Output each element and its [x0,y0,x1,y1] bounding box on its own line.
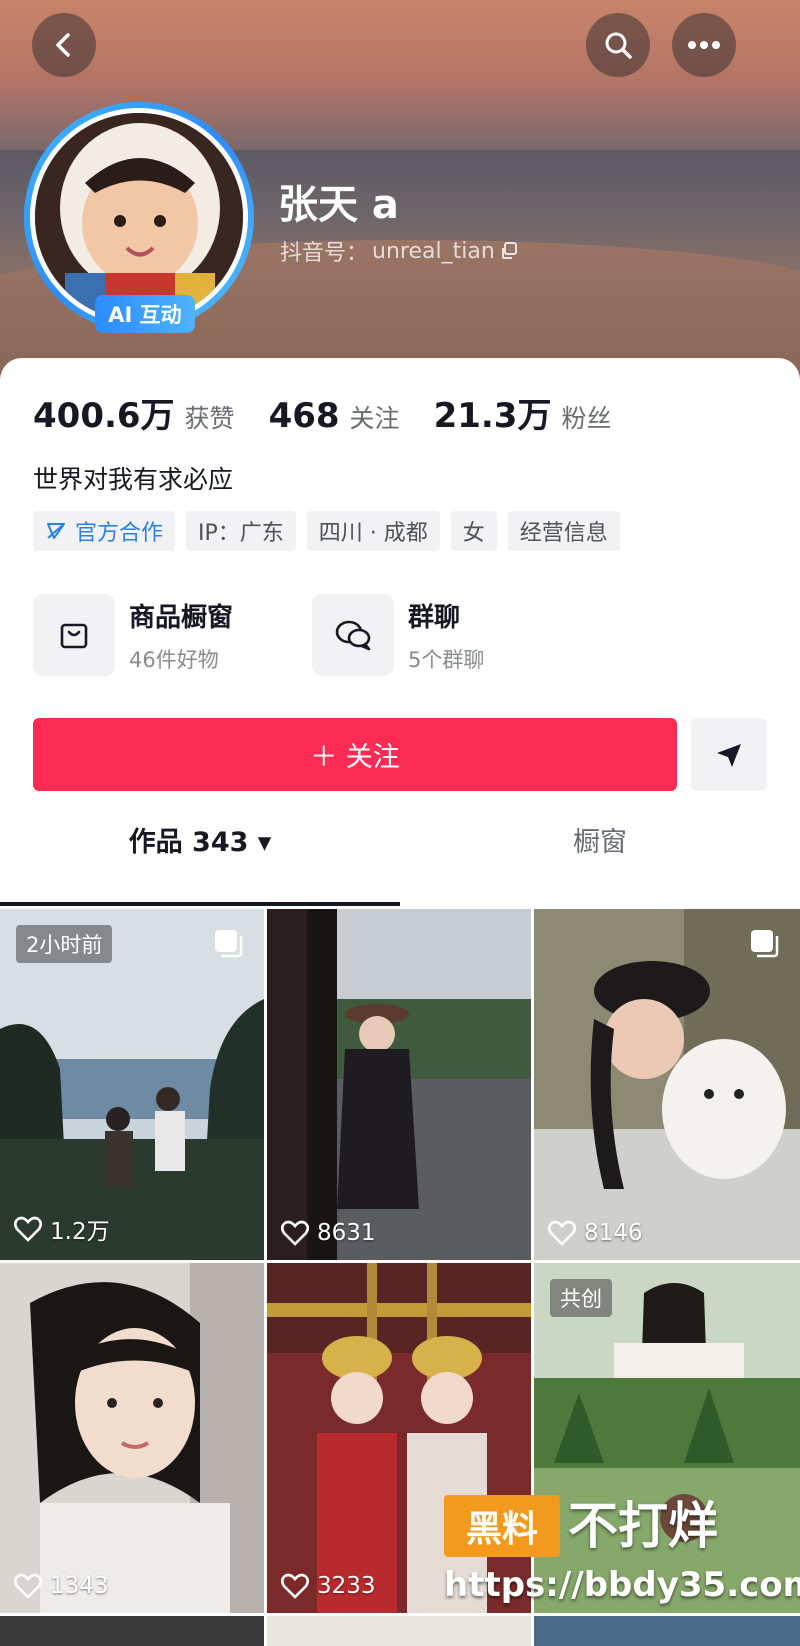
tag-location: 四川 · 成都 [306,511,440,551]
account-id-row: 抖音号： unreal_tian [280,235,519,267]
tag-official-cooperation[interactable]: 官方合作 [33,511,176,551]
video-tile[interactable]: 8146 [534,909,800,1260]
profile-tags: 官方合作 IP：广东 四川 · 成都 女 经营信息 [33,511,620,551]
tag-business-info[interactable]: 经营信息 [507,511,620,551]
chevron-left-icon [56,33,70,57]
shop-text: 商品橱窗 46件好物 [129,597,233,674]
stat-followers-value: 21.3万 [433,396,552,436]
stat-following[interactable]: 468 关注 [269,396,400,436]
watermark-text: 不打烊 [568,1497,718,1555]
share-button[interactable] [691,718,767,791]
shop-title: 商品橱窗 [129,602,234,633]
active-tab-indicator [0,902,400,906]
tag-official-label: 官方合作 [75,521,164,546]
like-count: 3233 [281,1573,376,1599]
like-count: 1343 [14,1573,109,1599]
watermark-url: https://bbdy35.com [444,1565,800,1605]
heart-icon [281,1220,309,1246]
avatar-image [35,113,243,321]
video-tile[interactable]: 8631 [267,909,531,1260]
like-count-value: 3233 [317,1573,376,1599]
like-count: 1.2万 [14,1212,110,1246]
stat-likes-value: 400.6万 [33,396,175,436]
stat-following-value: 468 [268,396,340,436]
search-icon [605,32,632,59]
send-icon [717,743,741,767]
stat-likes-label: 获赞 [184,404,235,433]
heart-icon [14,1573,42,1599]
group-title: 群聊 [408,602,461,633]
like-count-value: 1343 [50,1573,109,1599]
content-tabs: 作品 343 ▾ 橱窗 [0,814,800,874]
group-icon-box [312,594,394,676]
group-subtitle: 5个群聊 [408,647,485,672]
official-cooperation-icon [47,523,65,539]
multi-image-icon [215,930,243,958]
video-thumbnail [534,909,800,1260]
follow-button[interactable]: ＋ 关注 [33,718,677,791]
group-chat-icon [335,620,371,651]
co-creation-badge: 共创 [550,1279,612,1317]
profile-nickname: 张天 a [278,182,399,228]
stat-likes[interactable]: 400.6万 获赞 [33,388,235,437]
back-button[interactable] [32,13,96,77]
heart-icon [14,1216,42,1242]
stat-following-label: 关注 [349,404,400,433]
watermark: 黑料 不打烊 https://bbdy35.com [440,1495,800,1625]
profile-stats: 400.6万 获赞 468 关注 21.3万 粉丝 [33,388,645,437]
stat-followers-label: 粉丝 [561,404,612,433]
account-id-value: unreal_tian [372,238,495,264]
ai-interaction-badge[interactable]: AI 互动 [95,295,195,333]
video-tile[interactable] [0,1616,264,1646]
tag-gender: 女 [450,511,497,551]
avatar [30,108,248,326]
tab-works[interactable]: 作品 343 ▾ [0,820,400,859]
heart-icon [281,1573,309,1599]
group-chat-link[interactable]: 群聊 5个群聊 [312,594,484,676]
like-count-value: 8631 [317,1220,376,1246]
like-count-value: 8146 [584,1220,643,1246]
like-count: 8146 [548,1220,643,1246]
account-id-label: 抖音号： [280,241,369,266]
video-tile[interactable]: 2小时前 1.2万 [0,909,264,1260]
tag-ip: IP：广东 [186,511,296,551]
more-dots-icon [688,41,720,49]
copy-icon[interactable] [499,241,519,261]
group-text: 群聊 5个群聊 [408,597,484,674]
shop-icon-box [33,594,115,676]
tab-window[interactable]: 橱窗 [400,820,800,859]
time-badge: 2小时前 [16,925,113,963]
heart-icon [548,1220,576,1246]
shop-window-link[interactable]: 商品橱窗 46件好物 [33,594,233,676]
profile-bio: 世界对我有求必应 [33,465,234,494]
video-thumbnail [0,1263,264,1613]
video-tile[interactable]: 1343 [0,1263,264,1613]
watermark-box: 黑料 [444,1495,560,1557]
video-thumbnail [267,909,531,1260]
multi-image-icon [751,930,779,958]
like-count: 8631 [281,1220,376,1246]
search-button[interactable] [586,13,650,77]
shopping-bag-icon [60,623,88,649]
like-count-value: 1.2万 [50,1219,110,1245]
shop-subtitle: 46件好物 [129,647,219,672]
more-button[interactable] [672,13,736,77]
stat-followers[interactable]: 21.3万 粉丝 [434,388,612,437]
